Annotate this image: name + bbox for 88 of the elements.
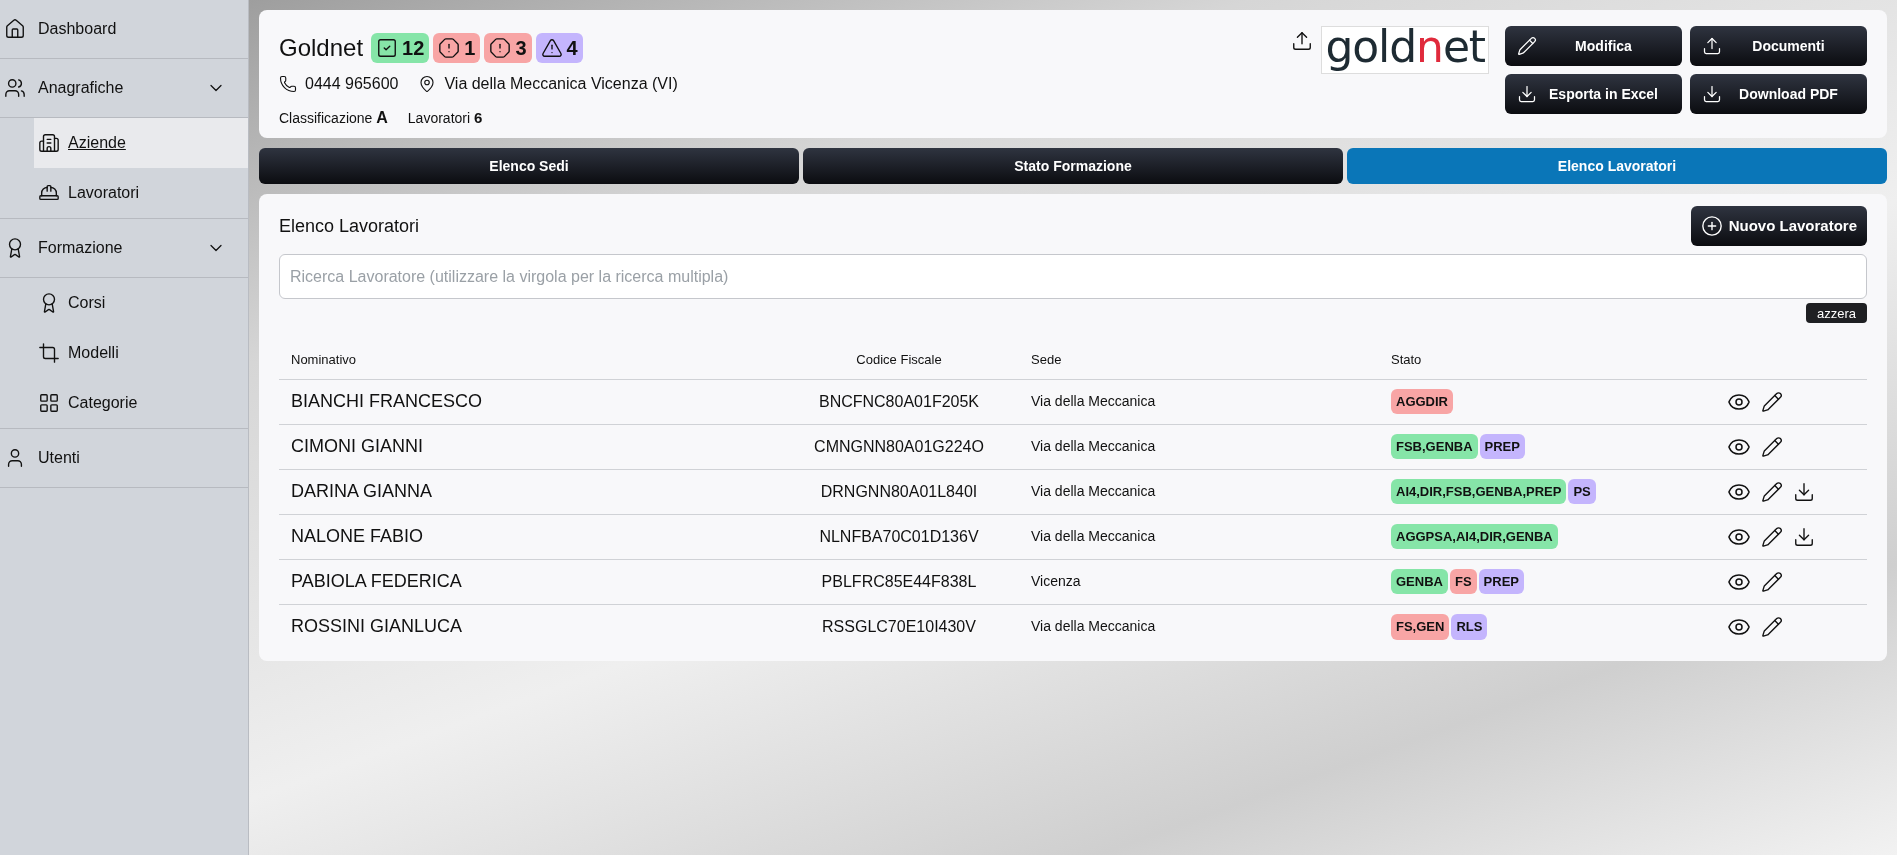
sidebar-item[interactable]: Formazione: [0, 219, 248, 277]
tax-code: BNCFNC80A01F205K: [779, 379, 1019, 424]
sidebar-item[interactable]: Utenti: [0, 429, 248, 487]
worker-name: BIANCHI FRANCESCO: [279, 379, 779, 424]
edit-icon[interactable]: [1761, 390, 1783, 413]
home-icon: [4, 18, 26, 40]
column-header: Stato: [1379, 341, 1727, 379]
action-button[interactable]: Documenti: [1690, 26, 1867, 66]
tab[interactable]: Elenco Lavoratori: [1347, 148, 1887, 184]
sidebar-item[interactable]: Dashboard: [0, 0, 248, 58]
phone-icon: [279, 75, 297, 93]
company-logo: goldnet: [1321, 26, 1489, 74]
action-button[interactable]: Download PDF: [1690, 74, 1867, 114]
tax-code: NLNFBA70C01D136V: [779, 514, 1019, 559]
building-icon: [38, 132, 60, 154]
worker-name: ROSSINI GIANLUCA: [279, 604, 779, 649]
status-tag: AGGDIR: [1391, 388, 1453, 415]
status-tag: PS: [1568, 478, 1596, 505]
tax-code: RSSGLC70E10I430V: [779, 604, 1019, 649]
site-cell: Via della Meccanica: [1019, 604, 1379, 649]
status-badge: 12: [371, 33, 430, 63]
status-tag: RLS: [1451, 614, 1488, 640]
upload-icon: [1702, 36, 1722, 56]
status-tag: PREP: [1479, 433, 1525, 460]
download-icon: [1517, 84, 1537, 104]
status-tag: FS: [1449, 568, 1477, 595]
warning-icon: [540, 37, 563, 59]
tab[interactable]: Elenco Sedi: [259, 148, 799, 184]
status-tag: AI4,DIR,FSB,GENBA,PREP: [1391, 478, 1567, 505]
checkbox-icon: [376, 37, 399, 59]
column-header: Codice Fiscale: [779, 341, 1019, 379]
site-cell: Vicenza: [1019, 559, 1379, 604]
tax-code: DRNGNN80A01L840I: [779, 469, 1019, 514]
column-header: Nominativo: [279, 341, 779, 379]
edit-icon[interactable]: [1761, 615, 1783, 638]
edit-icon[interactable]: [1761, 480, 1783, 503]
crop-icon: [38, 342, 60, 364]
users-icon: [4, 77, 26, 99]
company-name: Goldnet: [279, 33, 364, 63]
download-icon[interactable]: [1793, 525, 1815, 548]
edit-icon[interactable]: [1761, 570, 1783, 593]
edit-icon[interactable]: [1761, 525, 1783, 548]
worker-name: NALONE FABIO: [279, 514, 779, 559]
classification: Classificazione A: [279, 108, 388, 128]
worker-name: PABIOLA FEDERICA: [279, 559, 779, 604]
pencil-icon: [1517, 36, 1537, 56]
status-tag: FSB,GENBA: [1391, 433, 1478, 460]
status-badge: 1: [433, 33, 481, 63]
alert-icon: [489, 37, 512, 59]
upload-icon[interactable]: [1291, 30, 1314, 52]
plus-icon: [1700, 215, 1723, 237]
download-icon: [1702, 84, 1722, 104]
reset-button[interactable]: azzera: [1805, 303, 1867, 323]
sidebar-item[interactable]: Anagrafiche: [0, 59, 248, 117]
site-cell: Via della Meccanica: [1019, 424, 1379, 469]
worker-name: DARINA GIANNA: [279, 469, 779, 514]
workers-count: Lavoratori 6: [407, 107, 483, 128]
site-cell: Via della Meccanica: [1019, 379, 1379, 424]
new-worker-button[interactable]: Nuovo Lavoratore: [1690, 206, 1867, 246]
grid-icon: [38, 392, 60, 414]
status-tag: AGGPSA,AI4,DIR,GENBA: [1391, 523, 1558, 550]
status-tag: PREP: [1478, 568, 1524, 595]
alert-icon: [438, 37, 461, 59]
address: Via della Meccanica Vicenza (VI): [444, 74, 678, 94]
sidebar-item[interactable]: Aziende: [34, 118, 248, 168]
location-icon: [418, 75, 437, 93]
edit-icon[interactable]: [1761, 435, 1783, 458]
sidebar-item[interactable]: Lavoratori: [34, 168, 248, 218]
action-button[interactable]: Esporta in Excel: [1505, 74, 1682, 114]
status-badge: 4: [535, 33, 583, 63]
sidebar-item[interactable]: Modelli: [34, 328, 248, 378]
worker-name: CIMONI GIANNI: [279, 424, 779, 469]
tax-code: PBLFRC85E44F838L: [779, 559, 1019, 604]
action-button[interactable]: Modifica: [1505, 26, 1682, 66]
status-tag: FS,GEN: [1391, 614, 1450, 640]
site-cell: Via della Meccanica: [1019, 514, 1379, 559]
phone-number: 0444 965600: [305, 74, 399, 94]
section-title: Elenco Lavoratori: [279, 214, 420, 238]
site-cell: Via della Meccanica: [1019, 469, 1379, 514]
column-header: Sede: [1019, 341, 1379, 379]
status-badge: 3: [484, 33, 532, 63]
status-tag: GENBA: [1391, 568, 1448, 595]
sidebar-item[interactable]: Corsi: [34, 278, 248, 328]
tab[interactable]: Stato Formazione: [803, 148, 1343, 184]
search-field[interactable]: Ricerca Lavoratore (utilizzare la virgola per la ricerca multipla): [279, 254, 1867, 299]
sidebar-item[interactable]: Categorie: [34, 378, 248, 428]
download-icon[interactable]: [1793, 480, 1815, 503]
tax-code: CMNGNN80A01G224O: [779, 424, 1019, 469]
